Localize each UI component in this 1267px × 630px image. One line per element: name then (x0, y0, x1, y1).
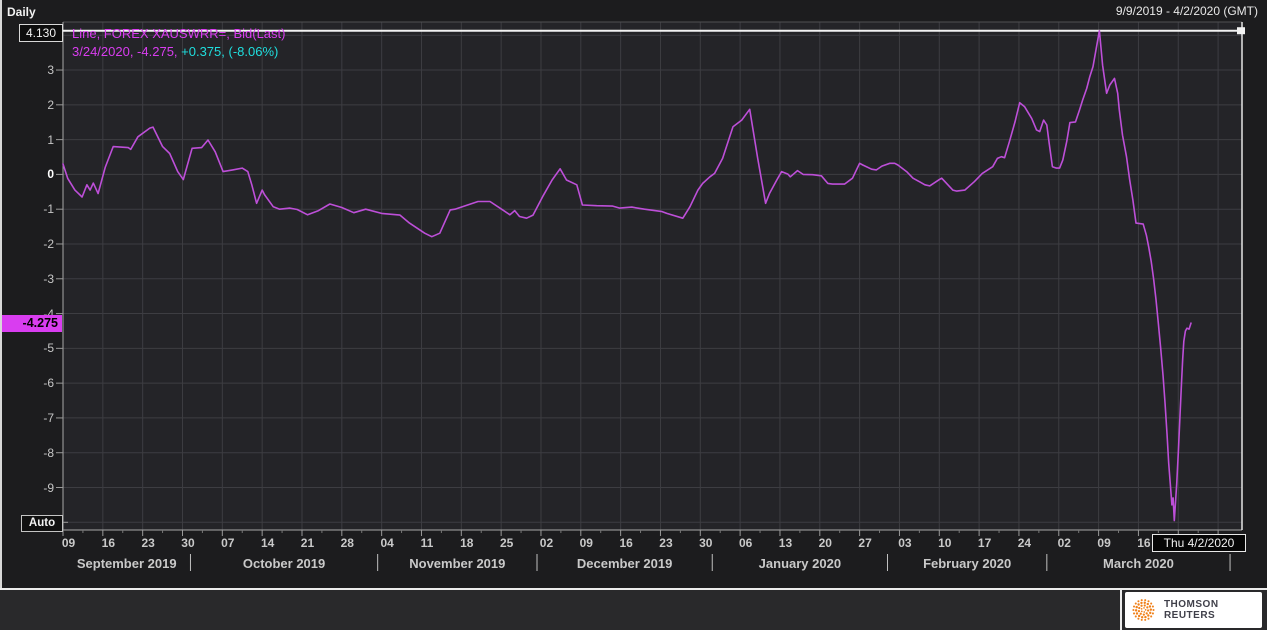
date-range-label: 9/9/2019 - 4/2/2020 (GMT) (1116, 4, 1258, 18)
y-axis-label: -5 (4, 341, 54, 355)
chart-window: Daily 9/9/2019 - 4/2/2020 (GMT) Line, FO… (0, 0, 1267, 630)
x-axis-month-label: February 2020 (923, 556, 1011, 571)
bottom-separator (0, 588, 1267, 590)
y-axis-label: -2 (4, 237, 54, 251)
legend-date-value: 3/24/2020, -4.275, (72, 44, 178, 59)
y-axis-label: -9 (4, 481, 54, 495)
x-axis-week-label: 16 (93, 536, 123, 550)
high-line-cap (1237, 27, 1245, 34)
x-axis-week-label: 20 (810, 536, 840, 550)
window-left-frame (0, 0, 2, 588)
interval-label[interactable]: Daily (7, 5, 36, 19)
y-axis-label: -6 (4, 376, 54, 390)
x-axis-week-label: 06 (731, 536, 761, 550)
x-axis-week-label: 30 (173, 536, 203, 550)
x-axis-month-label: November 2019 (409, 556, 505, 571)
y-axis-label: 2 (4, 98, 54, 112)
plot-area (63, 22, 1242, 530)
bottom-strip (0, 590, 1267, 630)
x-axis-week-label: 21 (292, 536, 322, 550)
x-axis-week-label: 28 (332, 536, 362, 550)
x-axis-week-label: 14 (253, 536, 283, 550)
x-axis-week-label: 23 (651, 536, 681, 550)
y-axis-label: -1 (4, 202, 54, 216)
x-axis-week-label: 13 (770, 536, 800, 550)
x-axis-week-label: 04 (372, 536, 402, 550)
thomson-reuters-logo: THOMSON REUTERS (1125, 592, 1262, 628)
auto-scale-button[interactable]: Auto (21, 515, 63, 532)
x-axis-week-label: 23 (133, 536, 163, 550)
x-axis-week-label: 16 (611, 536, 641, 550)
last-value-box: -4.275 (2, 315, 62, 332)
x-axis-week-label: 25 (492, 536, 522, 550)
y-axis-label: 3 (4, 63, 54, 77)
x-axis-week-label: 03 (890, 536, 920, 550)
x-axis-week-label: 09 (54, 536, 84, 550)
x-axis-month-label: September 2019 (77, 556, 177, 571)
x-axis-week-label: 10 (930, 536, 960, 550)
x-axis-month-label: December 2019 (577, 556, 672, 571)
y-axis-label: -3 (4, 272, 54, 286)
y-axis-label: 1 (4, 133, 54, 147)
panel-separator (1120, 590, 1122, 630)
x-axis-week-label: 17 (970, 536, 1000, 550)
x-axis-week-label: 27 (850, 536, 880, 550)
high-value-box: 4.130 (19, 24, 63, 42)
x-axis-week-label: 18 (452, 536, 482, 550)
x-axis-week-label: 11 (412, 536, 442, 550)
end-date-box[interactable]: Thu 4/2/2020 (1152, 534, 1246, 552)
brand-text: THOMSON REUTERS (1164, 599, 1262, 621)
x-axis-week-label: 02 (531, 536, 561, 550)
y-axis-label: -8 (4, 446, 54, 460)
x-axis-month-label: October 2019 (243, 556, 325, 571)
y-axis-label: -7 (4, 411, 54, 425)
legend-last-values: 3/24/2020, -4.275, +0.375, (-8.06%) (72, 43, 285, 61)
x-axis-month-label: March 2020 (1103, 556, 1174, 571)
x-axis-week-label: 09 (1089, 536, 1119, 550)
x-axis-week-label: 02 (1049, 536, 1079, 550)
x-axis-week-label: 07 (213, 536, 243, 550)
legend-change-value: +0.375, (-8.06%) (178, 44, 279, 59)
chart-legend: Line, FOREX XAUSWRR=, Bid(Last) 3/24/202… (72, 25, 285, 61)
x-axis-week-label: 09 (571, 536, 601, 550)
kinesis-logo-icon (1130, 595, 1157, 625)
x-axis-week-label: 24 (1009, 536, 1039, 550)
x-axis-month-label: January 2020 (759, 556, 841, 571)
y-axis-label: 0 (4, 167, 54, 181)
legend-series-name: Line, FOREX XAUSWRR=, Bid(Last) (72, 25, 285, 43)
x-axis-week-label: 30 (691, 536, 721, 550)
